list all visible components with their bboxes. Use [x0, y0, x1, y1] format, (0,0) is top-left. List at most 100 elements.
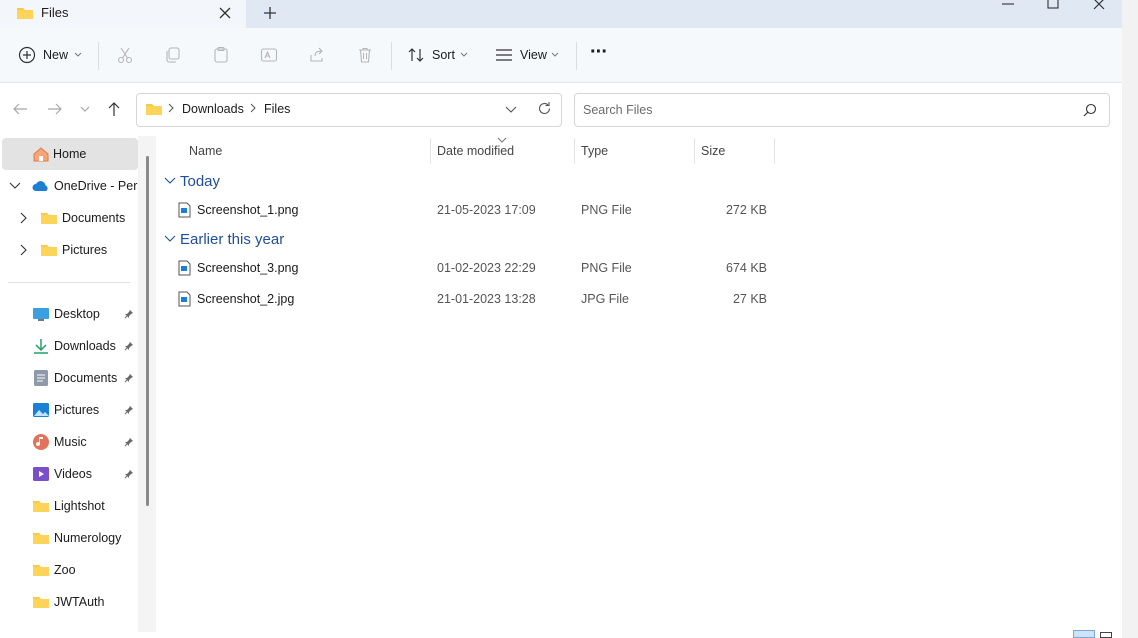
column-header-name[interactable]: Name	[189, 144, 222, 158]
chevron-right-icon	[168, 103, 174, 113]
image-file-icon	[178, 202, 191, 218]
pin-icon	[124, 309, 134, 319]
close-tab-icon[interactable]	[218, 6, 232, 20]
group-title: Today	[180, 173, 221, 190]
chevron-down-icon[interactable]	[9, 181, 21, 190]
chevron-right-icon	[250, 103, 256, 113]
view-list-icon	[495, 48, 513, 62]
command-bar: New Sort View ···	[0, 28, 1122, 83]
new-tab-icon[interactable]	[263, 6, 277, 20]
breadcrumb-downloads[interactable]: Downloads	[182, 102, 244, 116]
divider	[391, 42, 392, 70]
folder-icon	[32, 562, 50, 578]
chevron-down-icon	[164, 176, 176, 185]
sidebar-item-label: Pictures	[54, 403, 100, 417]
view-label: View	[520, 48, 547, 62]
sort-icon	[407, 47, 425, 63]
tab-files[interactable]: Files	[0, 0, 246, 28]
file-size: 674 KB	[725, 261, 767, 275]
address-bar[interactable]: Downloads Files	[136, 93, 562, 127]
sidebar-item-music[interactable]: Music	[0, 426, 138, 458]
refresh-icon[interactable]	[537, 101, 552, 116]
column-divider[interactable]	[694, 138, 695, 164]
group-title: Earlier this year	[180, 231, 285, 248]
folder-icon	[145, 101, 163, 117]
sidebar-item-label: Downloads	[54, 339, 116, 353]
sidebar-item-documents[interactable]: Documents	[0, 362, 138, 394]
chevron-down-icon	[460, 52, 468, 58]
search-placeholder: Search Files	[583, 103, 653, 117]
column-header-size[interactable]: Size	[701, 144, 725, 158]
sidebar-item-label: Desktop	[54, 307, 100, 321]
more-options-button[interactable]: ···	[590, 41, 608, 64]
paste-icon[interactable]	[212, 46, 230, 64]
sidebar-item-zoo[interactable]: Zoo	[0, 554, 138, 586]
chevron-down-icon	[74, 52, 82, 58]
cut-icon[interactable]	[116, 46, 134, 64]
rename-icon[interactable]	[260, 46, 278, 64]
sidebar-item-downloads[interactable]: Downloads	[0, 330, 138, 362]
chevron-down-icon	[551, 52, 559, 58]
pin-icon	[124, 437, 134, 447]
maximize-icon[interactable]	[1046, 0, 1060, 10]
sidebar-item-home[interactable]: Home	[2, 138, 138, 170]
file-name: Screenshot_1.png	[197, 203, 299, 217]
chevron-right-icon[interactable]	[19, 212, 27, 224]
divider	[576, 42, 577, 70]
tiles-view-toggle[interactable]	[1100, 632, 1112, 638]
search-input[interactable]: Search Files	[574, 93, 1110, 127]
column-header-type[interactable]: Type	[581, 144, 608, 158]
sidebar-item-jwtauth[interactable]: JWTAuth	[0, 586, 138, 618]
up-arrow-icon[interactable]	[107, 101, 121, 117]
share-icon[interactable]	[308, 46, 326, 64]
sidebar-item-pictures[interactable]: Pictures	[0, 394, 138, 426]
minimize-icon[interactable]	[1000, 0, 1016, 10]
file-row[interactable]: Screenshot_1.png 21-05-2023 17:09 PNG Fi…	[164, 195, 776, 225]
delete-icon[interactable]	[356, 46, 374, 64]
documents-icon	[33, 369, 49, 387]
recent-locations-icon[interactable]	[79, 104, 91, 114]
column-divider[interactable]	[574, 138, 575, 164]
details-view-toggle[interactable]	[1073, 630, 1095, 638]
sidebar-item-label: Documents	[62, 211, 126, 225]
column-header-date[interactable]: Date modified	[437, 144, 514, 158]
sidebar-scrollbar-thumb[interactable]	[146, 156, 149, 506]
sidebar-item-lightshot[interactable]: Lightshot	[0, 490, 138, 522]
file-type: PNG File	[581, 261, 632, 275]
file-date: 21-05-2023 17:09	[437, 203, 536, 217]
back-arrow-icon[interactable]	[12, 102, 28, 116]
close-window-icon[interactable]	[1091, 0, 1107, 10]
window-edge	[1122, 0, 1138, 638]
sidebar-item-onedrive-pictures[interactable]: Pictures	[0, 234, 138, 266]
sidebar-item-label: Music	[54, 435, 87, 449]
pin-icon	[124, 469, 134, 479]
file-date: 21-01-2023 13:28	[437, 292, 536, 306]
pin-icon	[124, 373, 134, 383]
copy-icon[interactable]	[164, 46, 182, 64]
chevron-right-icon[interactable]	[19, 244, 27, 256]
folder-icon	[32, 530, 50, 546]
address-history-chevron-icon[interactable]	[505, 106, 517, 114]
column-divider[interactable]	[774, 138, 775, 164]
file-row[interactable]: Screenshot_3.png 01-02-2023 22:29 PNG Fi…	[164, 253, 776, 283]
new-label: New	[43, 48, 69, 62]
sidebar-item-onedrive[interactable]: OneDrive - Perso	[0, 170, 138, 202]
forward-arrow-icon[interactable]	[47, 102, 63, 116]
file-type: PNG File	[581, 203, 632, 217]
column-divider[interactable]	[430, 138, 431, 164]
sidebar-item-videos[interactable]: Videos	[0, 458, 138, 490]
sidebar-item-label: Pictures	[62, 243, 108, 257]
folder-icon	[40, 242, 58, 258]
breadcrumb-files[interactable]: Files	[264, 102, 290, 116]
sidebar-item-label: Numerology	[54, 531, 122, 545]
search-icon[interactable]	[1083, 103, 1097, 117]
image-file-icon	[178, 260, 191, 276]
pictures-icon	[32, 402, 50, 418]
sort-label: Sort	[432, 48, 455, 62]
sidebar-item-onedrive-documents[interactable]: Documents	[0, 202, 138, 234]
sidebar-item-label: Videos	[54, 467, 92, 481]
file-row[interactable]: Screenshot_2.jpg 21-01-2023 13:28 JPG Fi…	[164, 284, 776, 314]
sidebar-item-desktop[interactable]: Desktop	[0, 298, 138, 330]
sidebar-item-label: Home	[53, 147, 87, 161]
sidebar-item-numerology[interactable]: Numerology	[0, 522, 138, 554]
